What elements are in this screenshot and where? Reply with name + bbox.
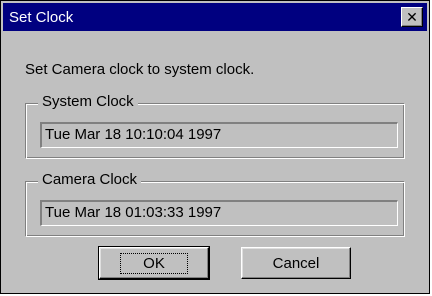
system-clock-label: System Clock <box>38 93 138 110</box>
set-clock-dialog: Set Clock ✕ Set Camera clock to system c… <box>0 0 430 294</box>
camera-clock-group: Camera Clock Tue Mar 18 01:03:33 1997 <box>25 171 405 237</box>
title-bar[interactable]: Set Clock ✕ <box>3 3 427 31</box>
system-clock-group: System Clock Tue Mar 18 10:10:04 1997 <box>25 93 405 159</box>
camera-clock-field: Tue Mar 18 01:03:33 1997 <box>40 200 398 226</box>
system-clock-field: Tue Mar 18 10:10:04 1997 <box>40 122 398 148</box>
close-button[interactable]: ✕ <box>401 7 423 27</box>
cancel-button[interactable]: Cancel <box>241 247 351 279</box>
window-title: Set Clock <box>9 8 74 26</box>
close-icon: ✕ <box>406 9 418 25</box>
instruction-text: Set Camera clock to system clock. <box>25 61 255 78</box>
ok-button-label: OK <box>120 252 188 274</box>
cancel-button-label: Cancel <box>272 254 320 272</box>
camera-clock-label: Camera Clock <box>38 171 142 188</box>
ok-button[interactable]: OK <box>98 246 210 280</box>
